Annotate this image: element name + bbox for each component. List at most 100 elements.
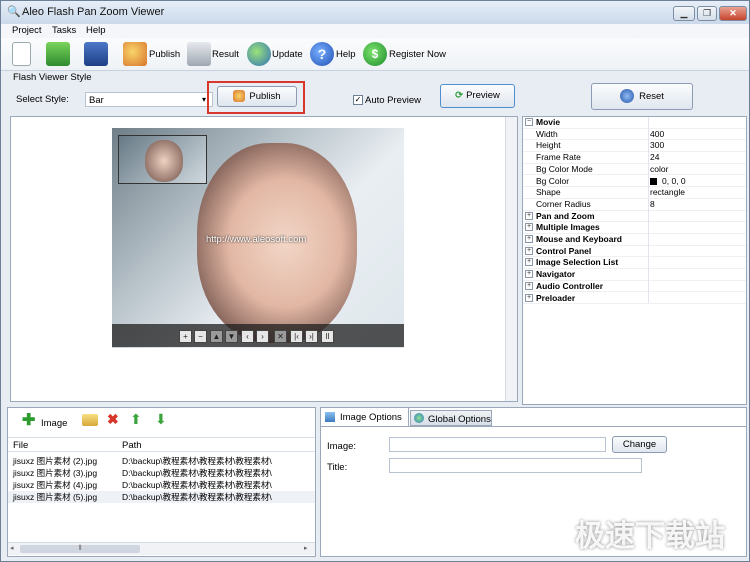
list-item[interactable]: jisuxz 图片素材 (4).jpg D:\backup\教程素材\教程素材\教… [8,479,315,491]
result-toolbar-label[interactable]: Result [212,49,239,60]
expand-icon[interactable]: + [525,211,533,220]
scroll-right-icon[interactable]: ▸ [304,544,308,552]
pan-left-icon[interactable]: ‹ [241,330,254,343]
delete-icon[interactable]: ✖ [107,411,119,428]
pan-up-icon[interactable]: ▲ [210,330,223,343]
file-cell: jisuxz 图片素材 (4).jpg [13,480,98,490]
property-group-row[interactable]: + Image Selection List [523,257,746,270]
expand-icon[interactable]: + [525,270,533,279]
reset-button[interactable]: Reset [591,83,693,110]
new-file-icon[interactable] [12,42,31,66]
menu-tasks[interactable]: Tasks [52,24,76,37]
property-value[interactable]: rectangle [650,187,685,198]
reset-button-label: Reset [639,91,664,102]
pan-right-icon[interactable]: › [256,330,269,343]
navigator-thumbnail[interactable] [118,135,207,184]
path-cell: D:\backup\教程素材\教程素材\教程素材\ [122,456,272,466]
save-disk-icon[interactable] [84,42,108,66]
pan-down-icon[interactable]: ▼ [225,330,238,343]
menu-help[interactable]: Help [86,24,106,37]
property-group-row[interactable]: + Pan and Zoom [523,211,746,223]
preview-vertical-scrollbar[interactable] [505,117,517,401]
maximize-button[interactable]: ❐ [697,6,717,21]
preview-button[interactable]: ⟳ Preview [440,84,515,108]
auto-preview-label[interactable]: Auto Preview [365,95,421,106]
path-cell: D:\backup\教程素材\教程素材\教程素材\ [122,480,272,490]
property-row[interactable]: Bg Color Mode color [523,164,746,176]
add-image-icon[interactable]: ✚ [22,413,35,429]
pause-icon[interactable]: ll [321,330,334,343]
property-group-row[interactable]: + Audio Controller [523,281,746,293]
update-globe-icon[interactable] [247,42,271,66]
property-value[interactable]: color [650,164,668,175]
list-horizontal-scrollbar[interactable]: ◂ ⦀ ▸ [8,542,315,555]
result-database-icon[interactable] [187,42,211,66]
publish-palette-icon[interactable] [123,42,147,66]
property-value[interactable]: 8 [650,199,655,210]
group-title: Flash Viewer Style [13,72,92,83]
publish-toolbar-label[interactable]: Publish [149,49,180,60]
expand-icon[interactable]: + [525,235,533,243]
url-overlay[interactable]: http://www.aleosoft.com [206,234,306,245]
column-path[interactable]: Path [122,440,142,451]
property-value[interactable]: 300 [650,140,664,151]
change-button[interactable]: Change [612,436,667,453]
property-row[interactable]: Corner Radius 8 [523,199,746,211]
property-row[interactable]: Shape rectangle [523,187,746,199]
close-button[interactable]: ✕ [719,6,747,21]
movie-group-row[interactable]: − Movie [523,117,746,129]
property-group-row[interactable]: + Multiple Images [523,222,746,234]
collapse-icon[interactable]: − [525,118,533,126]
property-group-row[interactable]: + Control Panel [523,246,746,258]
property-group-row[interactable]: + Preloader [523,293,746,305]
publish-button[interactable]: Publish [217,86,297,107]
open-arrow-icon[interactable] [46,42,70,66]
list-item[interactable]: jisuxz 图片素材 (2).jpg D:\backup\教程素材\教程素材\教… [8,455,315,467]
help-toolbar-label[interactable]: Help [336,49,356,60]
register-dollar-icon[interactable]: $ [363,42,387,66]
expand-icon[interactable]: + [525,281,533,290]
tab-global-options[interactable]: Global Options [410,410,492,426]
scroll-left-icon[interactable]: ◂ [10,544,14,552]
close-view-icon[interactable]: ✕ [274,330,287,343]
property-group-row[interactable]: + Mouse and Keyboard [523,234,746,246]
property-row[interactable]: Bg Color 0, 0, 0 [523,176,746,188]
last-image-icon[interactable]: ›| [305,330,318,343]
property-divider [648,117,649,303]
style-select[interactable]: Bar ▾ [85,92,213,107]
property-row[interactable]: Frame Rate 24 [523,152,746,164]
menu-project[interactable]: Project [12,24,42,37]
list-item[interactable]: jisuxz 图片素材 (5).jpg D:\backup\教程素材\教程素材\教… [8,491,315,503]
auto-preview-checkbox[interactable]: ✓ [353,95,363,105]
move-down-icon[interactable]: ⬇ [155,411,167,428]
folder-icon[interactable] [82,414,98,426]
list-item[interactable]: jisuxz 图片素材 (3).jpg D:\backup\教程素材\教程素材\教… [8,467,315,479]
first-image-icon[interactable]: |‹ [290,330,303,343]
expand-icon[interactable]: + [525,293,533,302]
scroll-thumb[interactable]: ⦀ [20,545,140,553]
zoom-out-icon[interactable]: − [194,330,207,343]
move-up-icon[interactable]: ⬆ [130,411,142,428]
property-row[interactable]: Width 400 [523,129,746,141]
expand-icon[interactable]: + [525,246,533,255]
expand-icon[interactable]: + [525,223,533,232]
property-value[interactable]: 0, 0, 0 [662,176,686,187]
bg-color-swatch[interactable] [650,177,657,185]
column-file[interactable]: File [13,440,28,451]
add-image-label[interactable]: Image [41,418,67,429]
image-path-input[interactable] [389,437,606,452]
tab-image-options[interactable]: Image Options [321,408,409,426]
property-value[interactable]: 24 [650,152,659,163]
register-toolbar-label[interactable]: Register Now [389,49,446,60]
minimize-button[interactable]: ▁ [673,6,695,21]
title-field-label: Title: [327,462,348,473]
property-value[interactable]: 400 [650,129,664,140]
help-question-icon[interactable]: ? [310,42,334,66]
zoom-in-icon[interactable]: + [179,330,192,343]
expand-icon[interactable]: + [525,258,533,267]
update-toolbar-label[interactable]: Update [272,49,303,60]
property-group-row[interactable]: + Navigator [523,269,746,281]
title-input[interactable] [389,458,642,473]
toolbar: Publish Result Update ? Help $ Register … [1,38,749,71]
property-row[interactable]: Height 300 [523,140,746,153]
